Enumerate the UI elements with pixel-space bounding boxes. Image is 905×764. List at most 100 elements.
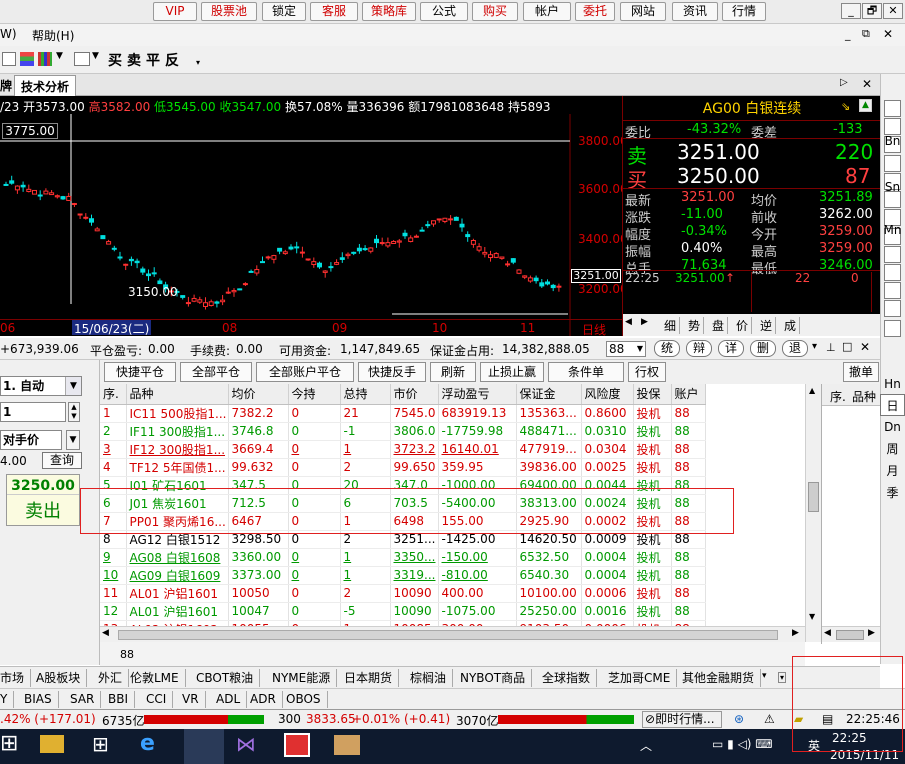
action-button-3[interactable]: 快捷反手	[358, 362, 426, 382]
market-tab-9[interactable]: 全球指数	[536, 669, 598, 687]
table-row[interactable]: 4 TF12 5年国债1... 99.632 0 2 99.650 359.95 39836.…	[100, 458, 706, 477]
market-tab-11[interactable]: 其他金融期货	[676, 669, 762, 687]
quote-tab-3[interactable]: 价	[733, 317, 753, 334]
top-button-9[interactable]: 网站	[620, 2, 666, 21]
column-header[interactable]: 今持	[288, 384, 341, 405]
mdi-restore-icon[interactable]: ⧉	[862, 27, 870, 41]
query-button[interactable]: 查询	[42, 452, 82, 469]
tool-square-icon[interactable]	[884, 100, 901, 117]
market-tab-1[interactable]: A股板块	[30, 669, 88, 687]
market-tab-3[interactable]: 伦敦LME	[124, 669, 186, 687]
panel-menu-icon[interactable]: ▾	[812, 341, 817, 352]
quote-tab-0[interactable]: 细	[661, 317, 681, 334]
top-button-6[interactable]: 购买	[472, 2, 518, 21]
top-button-8[interactable]: 委托	[575, 2, 615, 21]
tool-square-icon[interactable]	[884, 300, 901, 317]
cancel-order-button[interactable]: 撤单	[843, 362, 879, 382]
menu-view[interactable]: W)	[0, 27, 17, 41]
restore-button[interactable]: 🗗	[862, 3, 882, 19]
column-header[interactable]: 保证金	[516, 384, 582, 405]
indicator-tab-5[interactable]: VR	[176, 691, 206, 708]
tab-scroll-right-icon[interactable]: ▷	[840, 77, 848, 88]
top-button-4[interactable]: 策略库	[362, 2, 416, 21]
tab-right-icon[interactable]: ▶	[641, 317, 648, 327]
panel-close-icon[interactable]: ✕	[860, 340, 870, 354]
column-header[interactable]: 浮动盈亏	[438, 384, 517, 405]
menu-help[interactable]: 帮助(H)	[32, 27, 74, 44]
tool-square-icon[interactable]	[884, 264, 901, 281]
alarm-icon[interactable]: ⚠	[764, 712, 775, 726]
quick-1[interactable]: 卖	[127, 53, 146, 69]
minimize-button[interactable]: _	[841, 3, 861, 19]
column-header[interactable]: 总持	[340, 384, 391, 405]
horizontal-scrollbar[interactable]: ◀ ▶	[100, 626, 805, 642]
top-button-1[interactable]: 股票池	[201, 2, 257, 21]
account-op-0[interactable]: 统	[654, 340, 680, 357]
account-select[interactable]: 88 ▼	[606, 341, 646, 357]
quick-3[interactable]: 反	[165, 53, 184, 69]
period-7[interactable]: 月	[880, 460, 905, 482]
column-header[interactable]: 品种	[126, 384, 229, 405]
market-tab-0[interactable]: 市场	[0, 669, 32, 687]
column-header[interactable]: 投保	[633, 384, 672, 405]
indicator-tab-2[interactable]: SAR	[64, 691, 102, 708]
action-button-0[interactable]: 快捷平仓	[104, 362, 176, 382]
action-button-6[interactable]: 条件单	[548, 362, 624, 382]
draw-app-icon[interactable]	[284, 733, 310, 757]
action-button-4[interactable]: 刷新	[430, 362, 476, 382]
panel-pin-icon[interactable]: ⊥	[826, 341, 836, 354]
ie-icon[interactable]: e	[140, 731, 155, 756]
account-op-4[interactable]: 退	[782, 340, 808, 357]
period-6[interactable]: 周	[880, 438, 905, 460]
close-button[interactable]: ✕	[883, 3, 903, 19]
top-button-11[interactable]: 行情	[722, 2, 766, 21]
indicator-tab-1[interactable]: BIAS	[18, 691, 59, 708]
market-tab-5[interactable]: NYME能源	[266, 669, 338, 687]
grid-tool-icon[interactable]	[38, 52, 52, 66]
mdi-close-icon[interactable]: ✕	[883, 27, 893, 41]
quick-trade-buttons[interactable]: 买卖平反	[108, 50, 184, 70]
column-header[interactable]: 市价	[390, 384, 439, 405]
vertical-scrollbar[interactable]: ▲ ▼	[805, 384, 821, 642]
dropdown-arrow-icon[interactable]: ▼	[56, 51, 63, 61]
table-row[interactable]: 10 AG09 白银1609 3373.00 0 1 3319... -810.00 6540…	[100, 566, 706, 585]
account-op-1[interactable]: 辩	[686, 340, 712, 357]
period-4[interactable]: 日	[880, 394, 905, 416]
top-button-3[interactable]: 客服	[310, 2, 358, 21]
price-type-dropdown-icon[interactable]: ▼	[66, 430, 80, 450]
top-button-5[interactable]: 公式	[420, 2, 468, 21]
table-row[interactable]: 12 AL01 沪铝1601 10047 0 -5 10090 -1075.00 25250.…	[100, 602, 706, 621]
top-button-10[interactable]: 资讯	[672, 2, 718, 21]
top-button-2[interactable]: 锁定	[262, 2, 306, 21]
indicator-tab-7[interactable]: ADR	[244, 691, 283, 708]
tab-technical-analysis[interactable]: 技术分析	[14, 75, 77, 96]
action-button-7[interactable]: 行权	[628, 362, 666, 382]
draw-tool-icon[interactable]	[74, 52, 90, 66]
tab-close-icon[interactable]: ✕	[862, 77, 872, 91]
market-tab-10[interactable]: 芝加哥CME	[602, 669, 678, 687]
market-tab-6[interactable]: 日本期货	[338, 669, 400, 687]
tab-left-icon[interactable]: ◀	[625, 317, 632, 327]
period-5[interactable]: Dn	[880, 416, 905, 438]
realtime-quote-box[interactable]: ⊘即时行情...	[642, 711, 722, 728]
table-row[interactable]: 11 AL01 沪铝1601 10050 0 2 10090 400.00 10100.00 0…	[100, 584, 706, 603]
account-op-3[interactable]: 删	[750, 340, 776, 357]
quote-expand-icon[interactable]: ▲	[859, 99, 872, 112]
store-icon[interactable]: ⊞	[92, 732, 109, 756]
quote-tab-2[interactable]: 盘	[709, 317, 729, 334]
app-icon[interactable]	[184, 729, 224, 764]
column-header[interactable]: 序.	[100, 384, 127, 405]
indicator-tab-4[interactable]: CCI	[140, 691, 174, 708]
quote-tab-1[interactable]: 势	[685, 317, 705, 334]
vs-icon[interactable]: ⋈	[236, 732, 256, 756]
indicator-tab-0[interactable]: Y	[0, 691, 15, 708]
period-3[interactable]: Hn	[880, 373, 905, 395]
table-row[interactable]: 9 AG08 白银1608 3360.00 0 1 3350... -150.00 6532.…	[100, 548, 706, 567]
order-qty-input[interactable]: 1	[0, 402, 66, 422]
dropdown-arrow-icon[interactable]: ▼	[92, 51, 99, 61]
top-button-0[interactable]: VIP	[153, 2, 197, 21]
price-type-select[interactable]: 对手价	[0, 430, 62, 450]
table-row[interactable]: 2 IF11 300股指1... 3746.8 0 -1 3806.0 -17759.98 4…	[100, 422, 706, 441]
start-icon[interactable]: ⊞	[0, 731, 18, 756]
tool-square-icon[interactable]	[884, 282, 901, 299]
